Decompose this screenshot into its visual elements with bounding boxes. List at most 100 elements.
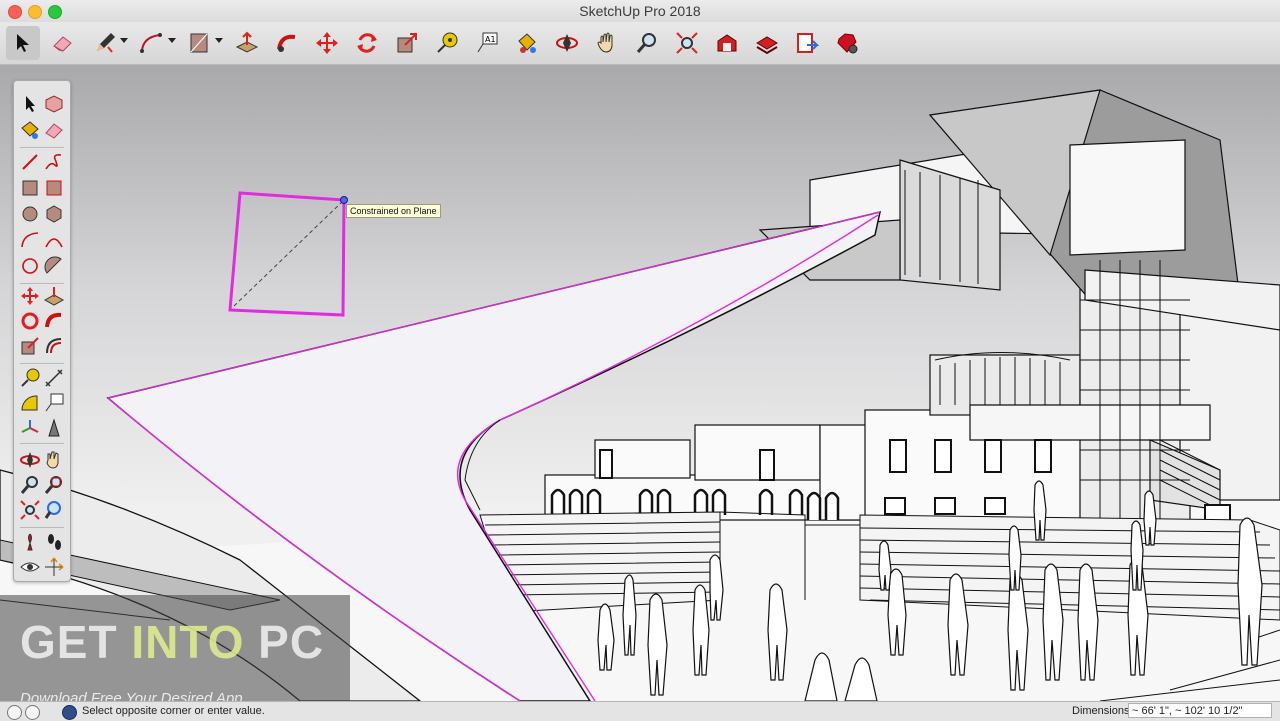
warehouse-icon <box>717 34 737 52</box>
palette-zoom-button[interactable] <box>19 474 41 496</box>
credits-icon[interactable] <box>25 705 40 720</box>
eraser-icon <box>45 123 63 139</box>
hand-icon <box>46 451 59 469</box>
arc-dropdown-icon[interactable] <box>168 38 176 43</box>
palette-pie-button[interactable] <box>43 255 65 277</box>
extension-manager-tool-button[interactable] <box>830 26 864 60</box>
status-bar: Select opposite corner or enter value. D… <box>0 701 1280 721</box>
tape-measure-icon <box>21 368 40 387</box>
previous-view-icon <box>44 501 61 519</box>
palette-offset-button[interactable] <box>43 335 65 357</box>
geolocation-icon[interactable] <box>7 705 22 720</box>
tape-measure-tool-button[interactable] <box>430 26 464 60</box>
arc-tool-button[interactable] <box>134 26 168 60</box>
window-title: SketchUp Pro 2018 <box>579 3 701 19</box>
move-tool-button[interactable] <box>310 26 344 60</box>
palette-freehand-button[interactable] <box>43 151 65 173</box>
zoom-window-button[interactable] <box>48 5 62 19</box>
status-hint: Select opposite corner or enter value. <box>82 705 265 717</box>
rectangle-icon <box>22 180 38 196</box>
title-bar: SketchUp Pro 2018 <box>0 0 1280 22</box>
tape-measure-icon <box>437 32 458 53</box>
layout-tool-button[interactable] <box>790 26 824 60</box>
palette-text-button[interactable] <box>43 392 65 414</box>
palette-line-button[interactable] <box>19 151 41 173</box>
hand-icon <box>597 32 613 53</box>
eye-icon <box>20 562 40 572</box>
endpoint-inference-marker <box>340 196 348 204</box>
palette-rectangle-button[interactable] <box>19 177 41 199</box>
pencil-dropdown-icon[interactable] <box>120 38 128 43</box>
palette-protractor-button[interactable] <box>19 392 41 414</box>
minimize-window-button[interactable] <box>28 5 42 19</box>
palette-section-plane-button[interactable] <box>43 556 65 578</box>
eraser-icon <box>53 36 72 52</box>
move-arrows-icon <box>316 32 338 54</box>
palette-orbit-button[interactable] <box>19 449 41 471</box>
paint-bucket-icon <box>518 33 536 53</box>
orbit-tool-button[interactable] <box>550 26 584 60</box>
scale-tool-button[interactable] <box>390 26 424 60</box>
rotated-rectangle-icon <box>46 180 62 196</box>
three-point-arc-icon <box>22 258 38 274</box>
palette-rotate-button[interactable] <box>19 310 41 332</box>
text-tool-button[interactable]: A1 <box>470 26 504 60</box>
palette-2-point-arc-button[interactable] <box>43 229 65 251</box>
palette-scale-button[interactable] <box>19 335 41 357</box>
palette-paint-bucket-button[interactable] <box>19 119 41 141</box>
palette-3-point-arc-button[interactable] <box>19 255 41 277</box>
svg-text:A1: A1 <box>485 35 496 44</box>
rotate-icon <box>21 312 39 330</box>
palette-zoom-extents-button[interactable] <box>19 499 41 521</box>
follow-me-tool-button[interactable] <box>270 26 304 60</box>
palette-move-button[interactable] <box>19 285 41 307</box>
extension-warehouse-tool-button[interactable] <box>750 26 784 60</box>
palette-look-around-button[interactable] <box>19 556 41 578</box>
palette-position-camera-button[interactable] <box>19 531 41 553</box>
palette-push-pull-button[interactable] <box>43 285 65 307</box>
zoom-tool-button[interactable] <box>630 26 664 60</box>
palette-follow-me-button[interactable] <box>43 310 65 332</box>
palette-tape-measure-button[interactable] <box>19 367 41 389</box>
palette-axes-button[interactable] <box>19 417 41 439</box>
push-pull-tool-button[interactable] <box>230 26 264 60</box>
palette-pan-button[interactable] <box>43 449 65 471</box>
eraser-tool-button[interactable] <box>46 26 80 60</box>
large-tool-set-palette <box>13 80 71 582</box>
main-toolbar: A1 <box>0 22 1280 65</box>
palette-arc-button[interactable] <box>19 229 41 251</box>
rectangle-tool-button[interactable] <box>182 26 216 60</box>
palette-circle-button[interactable] <box>19 203 41 225</box>
zoom-window-icon <box>44 476 62 494</box>
palette-rotated-rectangle-button[interactable] <box>43 177 65 199</box>
select-tool-button[interactable] <box>6 26 40 60</box>
pencil-tool-button[interactable] <box>88 26 122 60</box>
arc-icon <box>140 33 162 53</box>
palette-select-button[interactable] <box>19 93 41 115</box>
rotate-tool-button[interactable] <box>350 26 384 60</box>
pan-tool-button[interactable] <box>590 26 624 60</box>
palette-previous-view-button[interactable] <box>43 499 65 521</box>
circle-icon <box>22 206 38 222</box>
layout-icon <box>797 33 819 53</box>
palette-eraser-button[interactable] <box>43 119 65 141</box>
instructor-icon[interactable] <box>62 705 77 720</box>
zoom-extents-tool-button[interactable] <box>670 26 704 60</box>
close-window-button[interactable] <box>8 5 22 19</box>
push-pull-icon <box>43 287 65 306</box>
protractor-icon <box>21 395 38 411</box>
palette-walk-button[interactable] <box>43 531 65 553</box>
palette-zoom-window-button[interactable] <box>43 474 65 496</box>
3d-warehouse-tool-button[interactable] <box>710 26 744 60</box>
measurements-box[interactable]: ~ 66' 1", ~ 102' 10 1/2" <box>1128 703 1272 718</box>
paint-bucket-tool-button[interactable] <box>510 26 544 60</box>
palette-make-component-button[interactable] <box>43 93 65 115</box>
rotate-icon <box>357 33 377 53</box>
palette-3d-text-button[interactable] <box>43 417 65 439</box>
palette-polygon-button[interactable] <box>43 203 65 225</box>
rectangle-dropdown-icon[interactable] <box>215 38 223 43</box>
magnifier-icon <box>636 33 656 53</box>
inference-tooltip: Constrained on Plane <box>346 204 441 218</box>
palette-dimension-button[interactable] <box>43 367 65 389</box>
watermark-get: GET <box>20 616 132 668</box>
